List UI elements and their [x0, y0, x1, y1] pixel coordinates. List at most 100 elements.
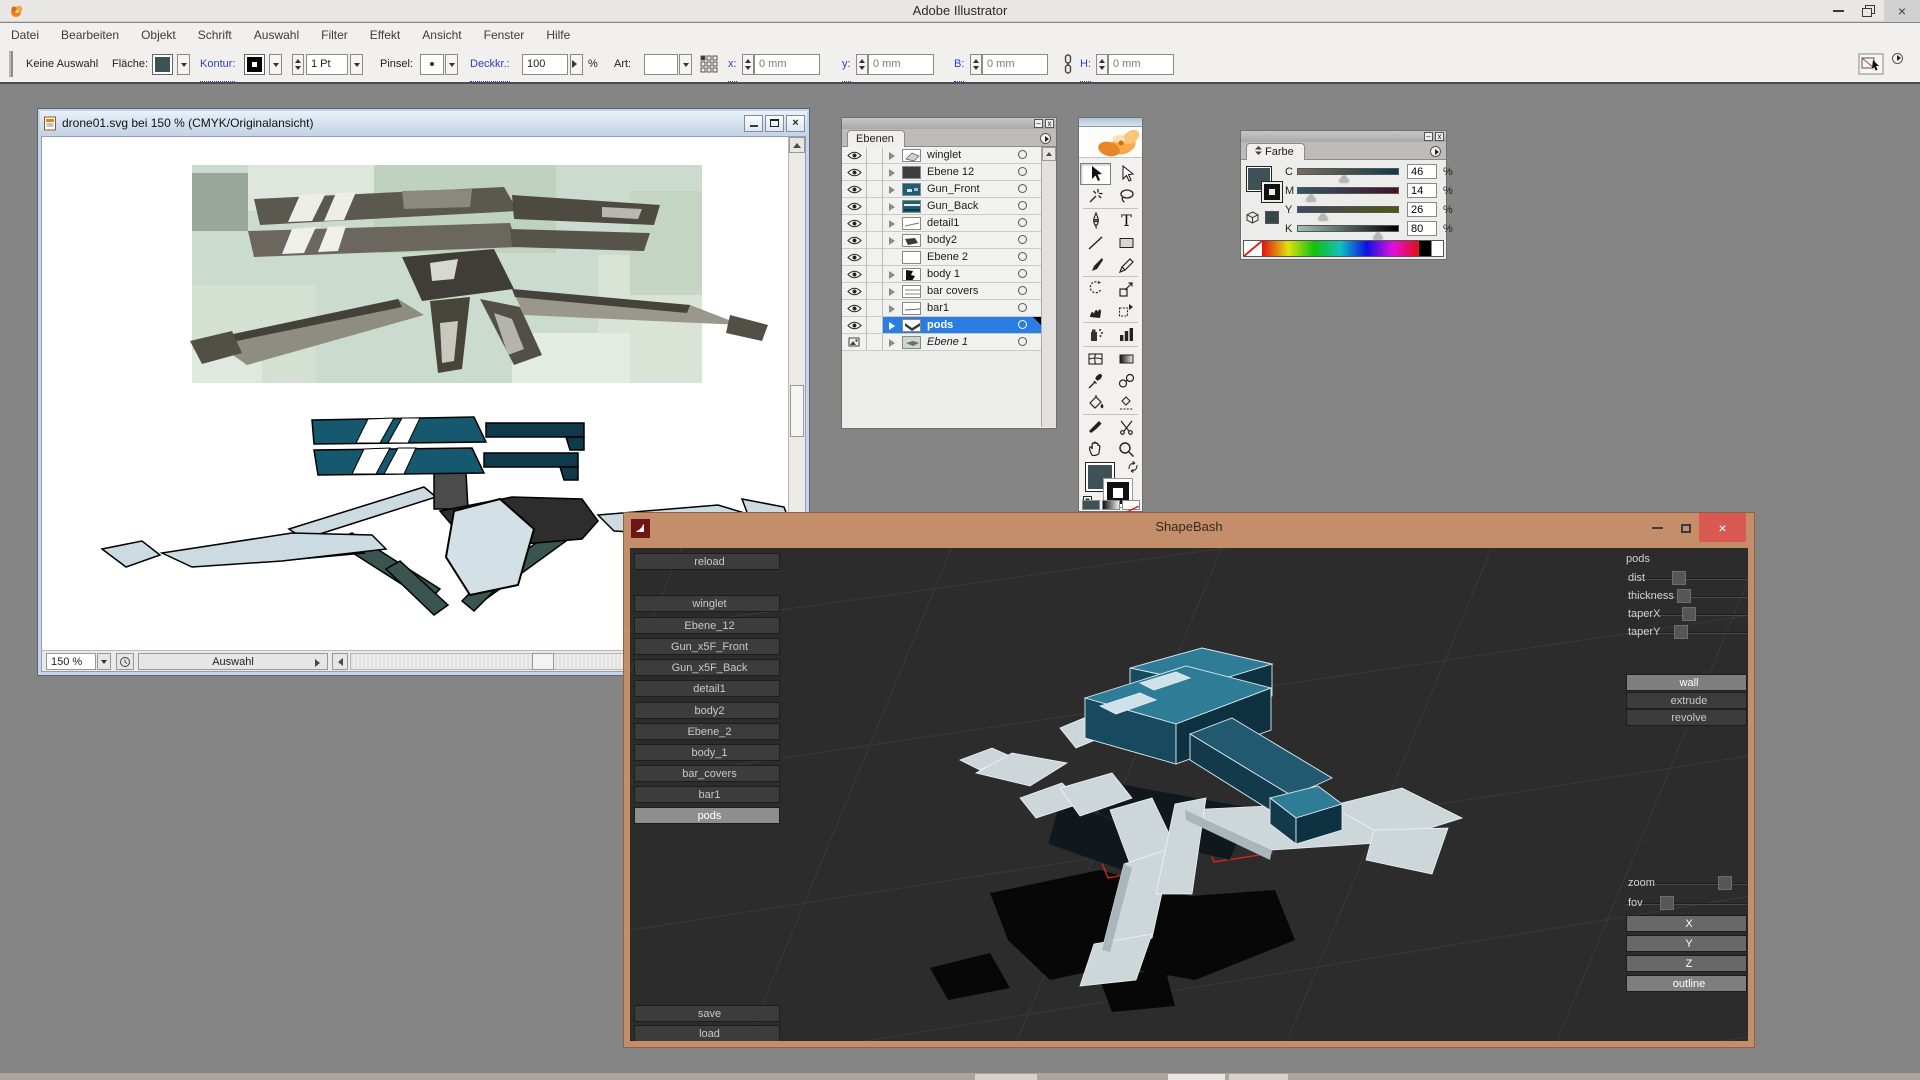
selection-tool[interactable] — [1080, 163, 1111, 185]
panel-minimize-button[interactable]: – — [1034, 119, 1043, 128]
pencil-tool[interactable] — [1111, 254, 1142, 276]
menu-schrift[interactable]: Schrift — [187, 25, 243, 45]
layers-scrollbar[interactable] — [1041, 147, 1056, 427]
none-swatch[interactable] — [1244, 241, 1262, 256]
target-circle[interactable] — [1018, 252, 1027, 261]
channel-value[interactable]: 14 — [1407, 183, 1437, 198]
cyan-slider-track[interactable] — [1297, 168, 1399, 175]
slider-handle[interactable] — [1373, 232, 1383, 239]
document-titlebar[interactable]: drone01.svg bei 150 % (CMYK/Originalansi… — [40, 111, 807, 135]
shape-button-winglet[interactable]: winglet — [634, 595, 780, 612]
layer-row[interactable]: Gun_Front — [842, 181, 1041, 198]
toolbox-titlebar[interactable] — [1079, 118, 1142, 127]
panel-close-button[interactable]: x — [1045, 119, 1054, 128]
layer-row[interactable]: body 1 — [842, 266, 1041, 283]
zoom-level-box[interactable]: 150 % — [46, 653, 96, 670]
layers-panel-titlebar[interactable]: – x — [842, 118, 1056, 129]
color-flyout-button[interactable] — [1430, 146, 1441, 157]
expand-triangle-icon[interactable] — [889, 152, 899, 160]
save-button[interactable]: save — [634, 1005, 780, 1022]
layer-row-template[interactable]: Ebene 1 — [842, 334, 1041, 351]
visibility-toggle[interactable] — [842, 198, 867, 214]
width-stepper[interactable]: 0 mm — [970, 46, 1048, 82]
slider-handle[interactable] — [1674, 625, 1688, 639]
column-graph-tool[interactable] — [1111, 324, 1142, 346]
layer-row[interactable]: Gun_Back — [842, 198, 1041, 215]
slider-handle[interactable] — [1306, 194, 1316, 201]
channel-value[interactable]: 46 — [1407, 164, 1437, 179]
shape-button-bar-covers[interactable]: bar_covers — [634, 765, 780, 782]
mode-button-wall[interactable]: wall — [1626, 674, 1747, 691]
scissors-tool[interactable] — [1111, 416, 1142, 438]
lock-toggle[interactable] — [867, 232, 883, 248]
template-visibility-toggle[interactable] — [842, 334, 867, 350]
zoom-tool[interactable] — [1111, 438, 1142, 460]
live-paint-bucket-tool[interactable] — [1080, 392, 1111, 414]
stroke-dropdown-button[interactable] — [268, 46, 282, 82]
app-close-button[interactable]: × — [1884, 0, 1920, 22]
layer-row[interactable]: bar1 — [842, 300, 1041, 317]
gradient-tool[interactable] — [1111, 348, 1142, 370]
expand-triangle-icon[interactable] — [889, 271, 899, 279]
visibility-toggle[interactable] — [842, 283, 867, 299]
black-slider-track[interactable] — [1297, 225, 1399, 232]
height-stepper[interactable]: 0 mm — [1096, 46, 1174, 82]
mode-button-extrude[interactable]: extrude — [1626, 692, 1747, 709]
gradient-mode-button[interactable] — [1102, 500, 1120, 510]
live-paint-selection-tool[interactable] — [1111, 392, 1142, 414]
taskbar-edge[interactable] — [0, 1072, 1920, 1080]
3d-viewport[interactable] — [630, 548, 1748, 1041]
doc-minimize-button[interactable] — [744, 115, 763, 132]
mesh-tool[interactable] — [1080, 348, 1111, 370]
scroll-thumb[interactable] — [790, 385, 804, 437]
shape-button-ebene-2[interactable]: Ebene_2 — [634, 723, 780, 740]
hscroll-thumb[interactable] — [532, 653, 554, 670]
load-button[interactable]: load — [634, 1025, 780, 1041]
tapery-slider[interactable]: taperY — [1626, 625, 1747, 640]
axis-button-y[interactable]: Y — [1626, 935, 1747, 952]
black-swatch[interactable] — [1419, 241, 1431, 256]
lock-toggle[interactable] — [867, 215, 883, 231]
lock-toggle[interactable] — [867, 198, 883, 214]
expand-triangle-icon[interactable] — [889, 305, 899, 313]
target-circle[interactable] — [1018, 184, 1027, 193]
shape-button-detail1[interactable]: detail1 — [634, 680, 780, 697]
hscroll-left-button[interactable] — [332, 653, 348, 670]
layer-row[interactable]: body2 — [842, 232, 1041, 249]
target-circle[interactable] — [1018, 269, 1027, 278]
tab-ebenen[interactable]: Ebenen — [847, 130, 905, 147]
fill-swatch[interactable] — [152, 46, 173, 82]
zoom-slider[interactable]: zoom — [1626, 876, 1747, 891]
opacity-value[interactable]: 100 — [522, 46, 568, 82]
visibility-toggle[interactable] — [842, 232, 867, 248]
target-circle[interactable] — [1018, 218, 1027, 227]
shapebash-maximize-button[interactable] — [1672, 515, 1700, 541]
lock-toggle[interactable] — [867, 181, 883, 197]
pen-tool[interactable] — [1080, 210, 1111, 232]
brush-dropdown[interactable] — [420, 46, 458, 82]
tab-farbe[interactable]: Farbe — [1246, 143, 1305, 160]
slider-handle[interactable] — [1718, 876, 1732, 890]
stroke-swatch[interactable] — [244, 46, 265, 82]
opacity-dropdown[interactable] — [569, 46, 583, 82]
opacity-label-link[interactable]: Deckkr.: — [470, 46, 510, 82]
line-segment-tool[interactable] — [1080, 232, 1111, 254]
link-dimensions-icon[interactable] — [1063, 46, 1073, 82]
slider-handle[interactable] — [1677, 589, 1691, 603]
fill-dropdown-button[interactable] — [176, 46, 190, 82]
type-tool[interactable]: T — [1111, 210, 1142, 232]
warp-tool[interactable] — [1080, 300, 1111, 322]
expand-triangle-icon[interactable] — [889, 186, 899, 194]
slider-handle[interactable] — [1339, 175, 1349, 182]
outline-button[interactable]: outline — [1626, 975, 1747, 992]
menu-fenster[interactable]: Fenster — [473, 25, 536, 45]
direct-selection-tool[interactable] — [1111, 163, 1142, 185]
channel-value[interactable]: 26 — [1407, 202, 1437, 217]
out-of-gamut-cube-icon[interactable] — [1246, 211, 1259, 224]
expand-triangle-icon[interactable] — [889, 288, 899, 296]
symbol-sprayer-tool[interactable] — [1080, 324, 1111, 346]
lock-toggle[interactable] — [867, 266, 883, 282]
menu-ansicht[interactable]: Ansicht — [411, 25, 472, 45]
status-display[interactable]: Auswahl — [138, 653, 328, 670]
app-minimize-button[interactable] — [1823, 0, 1853, 22]
